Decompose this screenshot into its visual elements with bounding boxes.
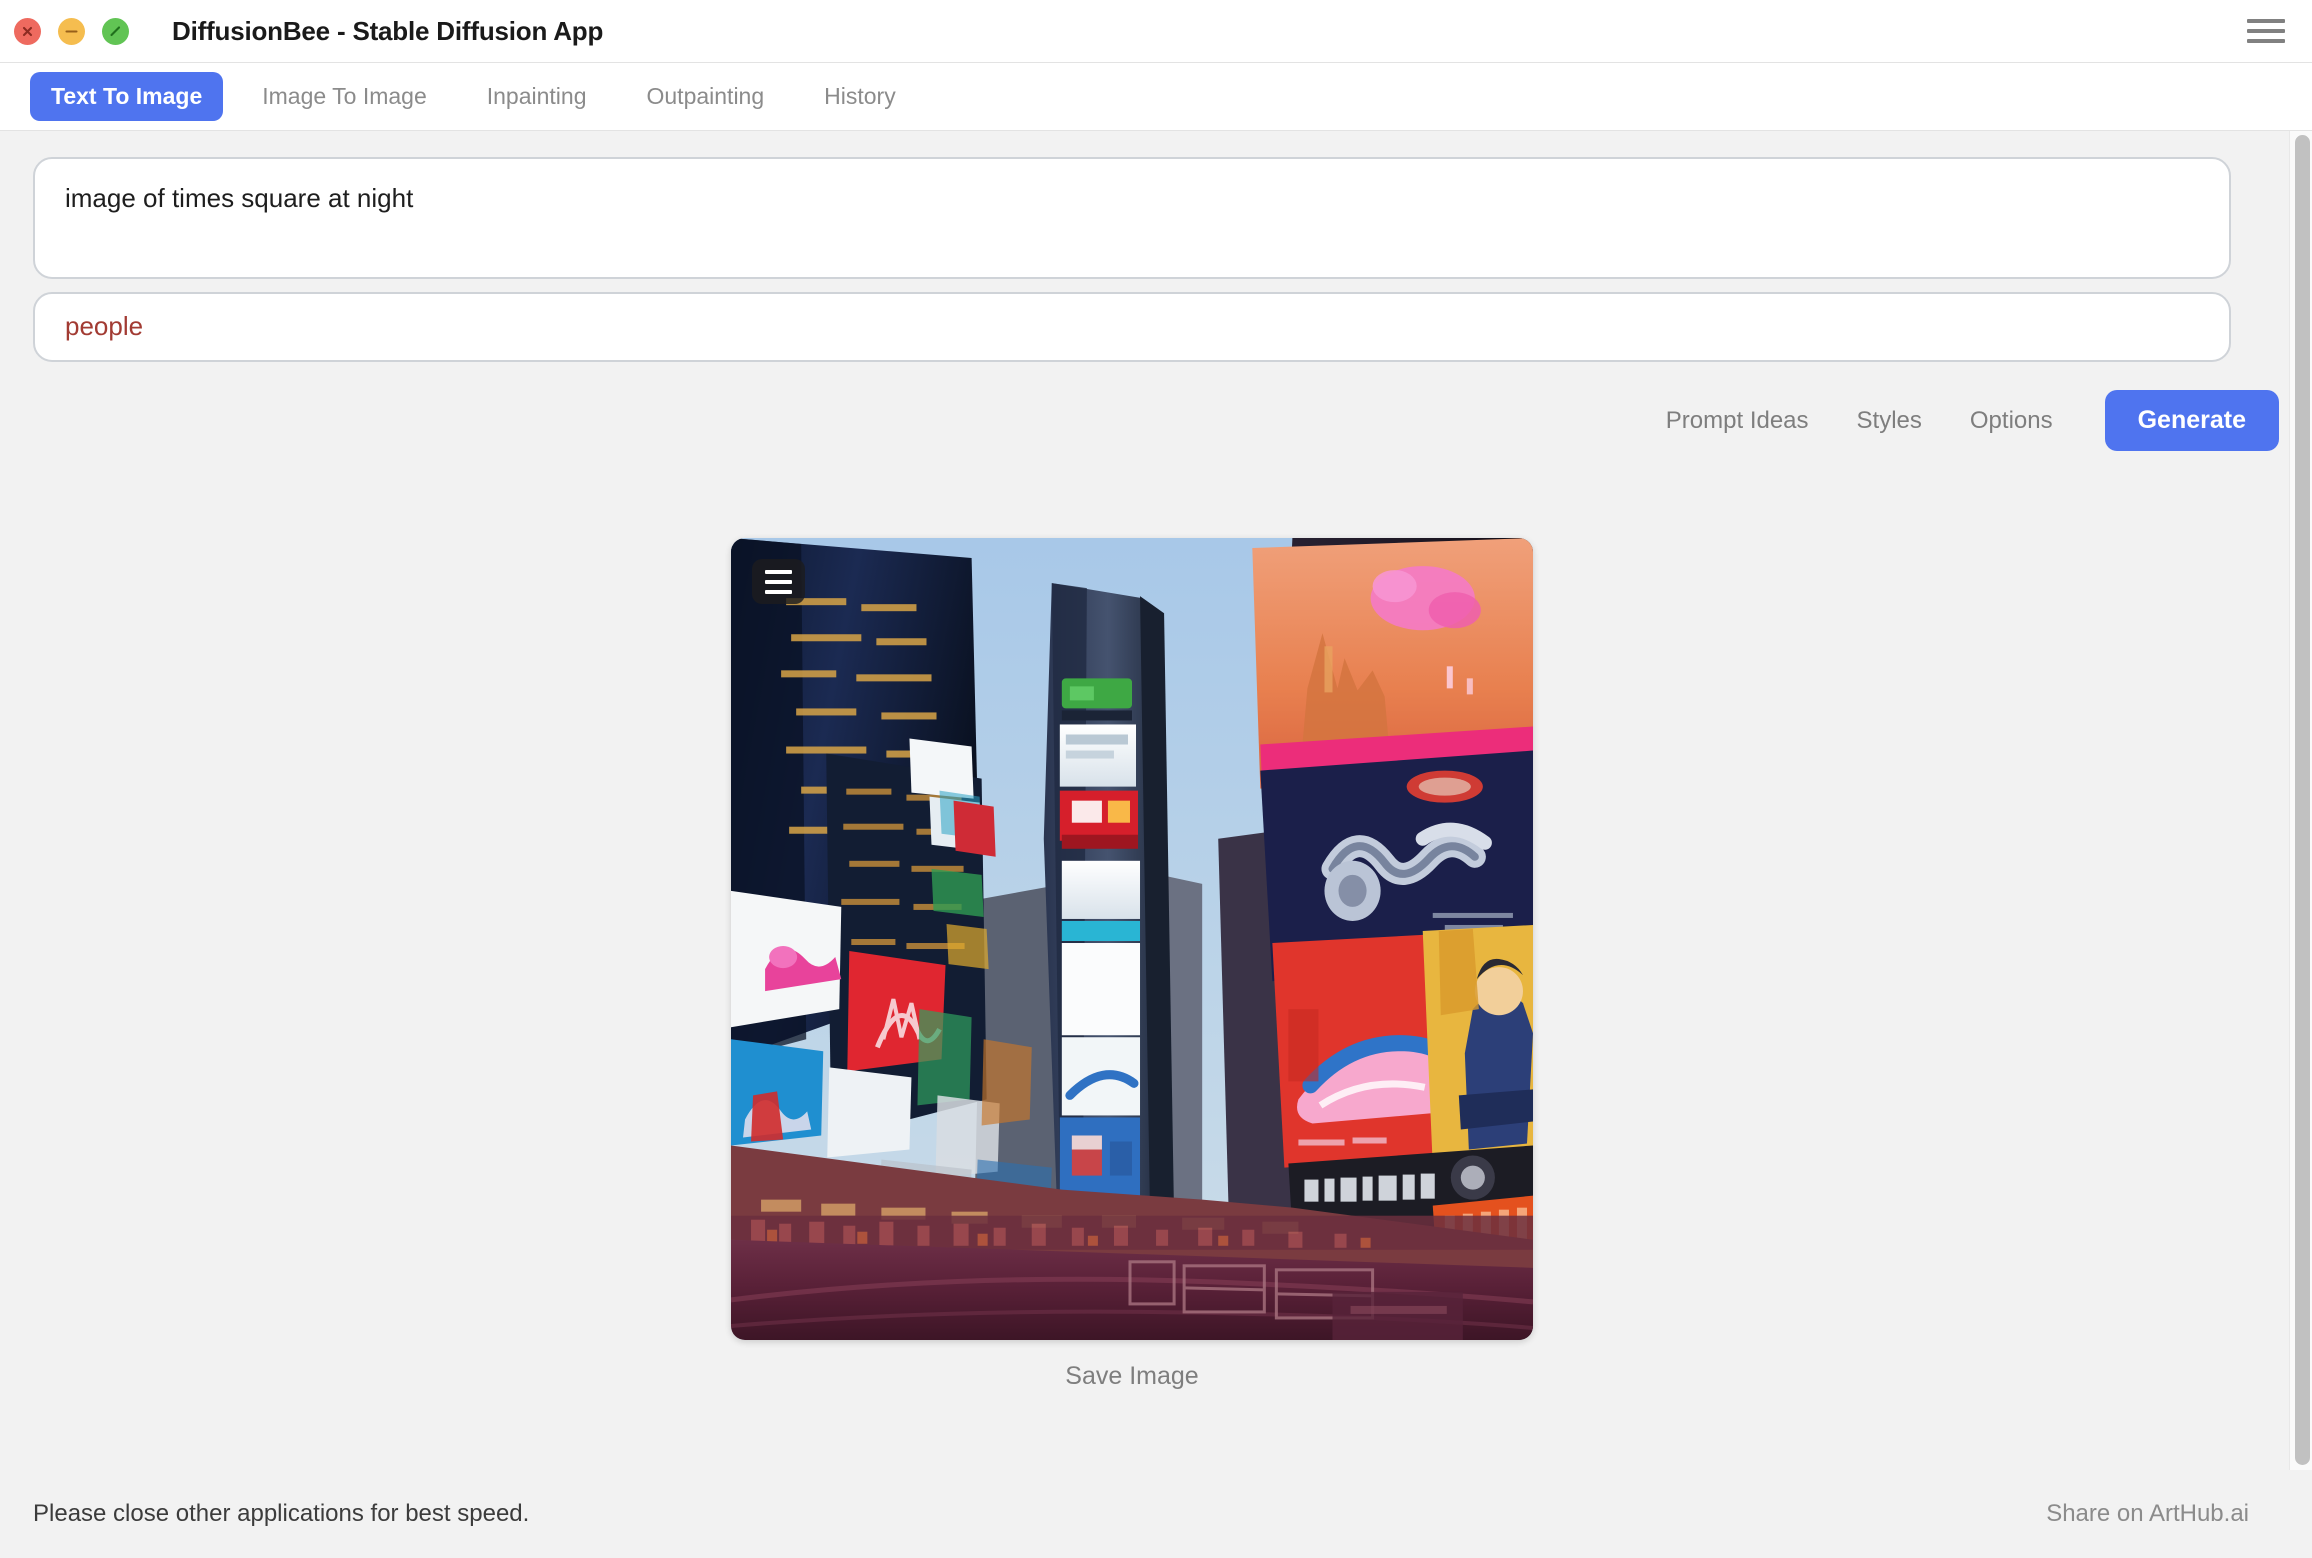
window-titlebar: DiffusionBee - Stable Diffusion App (0, 0, 2312, 63)
tab-image-to-image[interactable]: Image To Image (241, 72, 448, 121)
options-button[interactable]: Options (1946, 397, 2077, 445)
window-menu-button[interactable] (2247, 16, 2285, 46)
scrollbar-thumb[interactable] (2295, 135, 2310, 1465)
prompt-input[interactable]: image of times square at night (33, 157, 2231, 279)
tab-inpainting[interactable]: Inpainting (466, 72, 608, 121)
share-arthub-link[interactable]: Share on ArtHub.ai (2046, 1500, 2279, 1528)
tab-outpainting[interactable]: Outpainting (626, 72, 786, 121)
hamburger-icon-line (765, 589, 792, 594)
image-options-button[interactable] (752, 559, 805, 604)
hamburger-icon-line (765, 579, 792, 584)
main-scrollbar[interactable] (2289, 131, 2312, 1470)
close-icon (22, 26, 33, 36)
result-section: Save Image (0, 538, 2264, 1391)
negative-prompt-input[interactable]: people (33, 292, 2231, 362)
hamburger-icon-line (765, 569, 792, 574)
prompt-area: image of times square at night people (0, 131, 2264, 362)
generated-image-canvas (731, 538, 1533, 1340)
prompt-ideas-button[interactable]: Prompt Ideas (1642, 397, 1833, 445)
main-content: image of times square at night people Pr… (0, 131, 2312, 1470)
maximize-icon (110, 25, 121, 36)
status-bar: Please close other applications for best… (0, 1470, 2312, 1558)
hamburger-icon-line (2247, 29, 2285, 33)
minimize-window-button[interactable] (58, 17, 85, 45)
minimize-icon (65, 29, 78, 33)
hamburger-icon-line (2247, 19, 2285, 23)
zoom-window-button[interactable] (102, 17, 129, 45)
close-window-button[interactable] (14, 17, 41, 45)
status-message: Please close other applications for best… (33, 1500, 530, 1527)
tab-history[interactable]: History (803, 72, 917, 121)
save-image-button[interactable]: Save Image (1065, 1362, 1198, 1391)
action-bar: Prompt Ideas Styles Options Generate (0, 362, 2312, 451)
tab-text-to-image[interactable]: Text To Image (30, 72, 224, 121)
main-tabbar: Text To Image Image To Image Inpainting … (0, 63, 2312, 131)
window-controls (14, 17, 129, 45)
styles-button[interactable]: Styles (1833, 397, 1946, 445)
generate-button[interactable]: Generate (2104, 390, 2279, 451)
generated-image[interactable] (731, 538, 1533, 1340)
app-title: DiffusionBee - Stable Diffusion App (172, 15, 604, 46)
hamburger-icon-line (2247, 39, 2285, 43)
